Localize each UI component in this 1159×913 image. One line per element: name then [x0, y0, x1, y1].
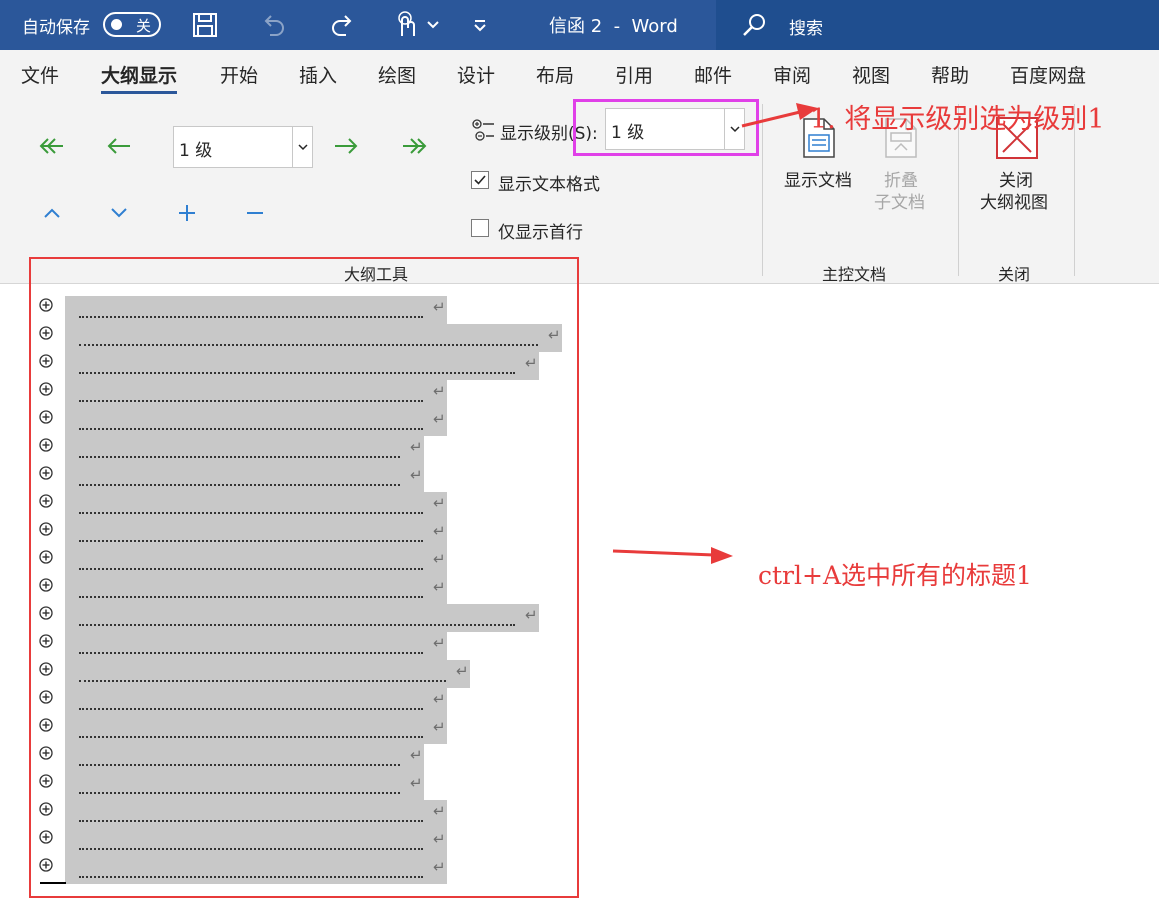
tab-help[interactable]: 帮助 — [931, 61, 969, 88]
outline-level-select[interactable]: 1 级 — [173, 126, 313, 168]
close-outline-view-line1: 关闭 — [999, 171, 1033, 191]
title-bar: 自动保存 关 信函 2 - Word 搜索 — [0, 0, 1159, 50]
tab-file[interactable]: 文件 — [21, 61, 59, 88]
save-icon[interactable] — [188, 8, 222, 42]
group-divider — [762, 104, 763, 276]
promote-to-heading1-icon[interactable] — [34, 131, 70, 161]
annotation-select-all: ctrl+A选中所有的标题1 — [758, 561, 1032, 590]
outline-highlight-box — [29, 257, 579, 898]
annotation-step-1: 1. 将显示级别选为级别1 — [810, 104, 1105, 135]
tab-baidu-netdisk[interactable]: 百度网盘 — [1010, 61, 1086, 88]
close-outline-view-line2: 大纲视图 — [980, 193, 1048, 213]
demote-to-body-text-icon[interactable] — [396, 131, 432, 161]
master-document-group-label: 主控文档 — [822, 265, 887, 284]
tab-outline[interactable]: 大纲显示 — [101, 61, 178, 94]
move-up-icon[interactable] — [34, 198, 70, 228]
search-box[interactable] — [716, 0, 1159, 50]
document-title: 信函 2 - Word — [549, 16, 678, 37]
show-document-label: 显示文档 — [784, 171, 852, 191]
search-label: 搜索 — [789, 19, 823, 39]
autosave-toggle[interactable]: 关 — [103, 12, 161, 37]
promote-icon[interactable] — [101, 131, 137, 161]
autosave-label: 自动保存 — [22, 18, 90, 38]
show-text-format-label: 显示文本格式 — [498, 175, 600, 195]
show-level-highlight-box — [573, 99, 759, 156]
tab-mailings[interactable]: 邮件 — [694, 61, 732, 88]
show-level-icon — [472, 117, 496, 147]
first-line-only-label: 仅显示首行 — [498, 223, 583, 243]
checkmark-icon — [474, 175, 486, 185]
tab-review[interactable]: 审阅 — [773, 61, 811, 88]
tab-design[interactable]: 设计 — [457, 61, 495, 88]
demote-icon[interactable] — [328, 131, 364, 161]
expand-icon[interactable] — [169, 198, 205, 228]
show-text-format-checkbox[interactable] — [471, 171, 489, 189]
close-group-label: 关闭 — [998, 265, 1031, 284]
tab-insert[interactable]: 插入 — [299, 61, 337, 88]
ribbon-tabs: 文件 大纲显示 开始 插入 绘图 设计 布局 引用 邮件 审阅 视图 帮助 百度… — [0, 50, 1159, 96]
customize-toolbar-icon[interactable] — [466, 8, 494, 42]
tab-view[interactable]: 视图 — [852, 61, 890, 88]
move-down-icon[interactable] — [101, 198, 137, 228]
touch-mode-icon[interactable] — [392, 8, 448, 42]
tab-draw[interactable]: 绘图 — [378, 61, 416, 88]
collapse-icon[interactable] — [237, 198, 273, 228]
undo-icon[interactable] — [256, 8, 290, 42]
redo-icon[interactable] — [326, 8, 360, 42]
search-icon — [740, 12, 768, 42]
collapse-subdocuments-line1: 折叠 — [884, 171, 918, 191]
autosave-state: 关 — [136, 17, 152, 35]
tab-references[interactable]: 引用 — [615, 61, 653, 88]
chevron-down-icon[interactable] — [292, 127, 312, 167]
collapse-subdocuments-line2: 子文档 — [874, 193, 925, 213]
tab-layout[interactable]: 布局 — [536, 61, 574, 88]
first-line-only-checkbox[interactable] — [471, 219, 489, 237]
tab-home[interactable]: 开始 — [220, 61, 258, 88]
outline-level-value: 1 级 — [179, 141, 213, 161]
toggle-knob — [111, 19, 122, 30]
